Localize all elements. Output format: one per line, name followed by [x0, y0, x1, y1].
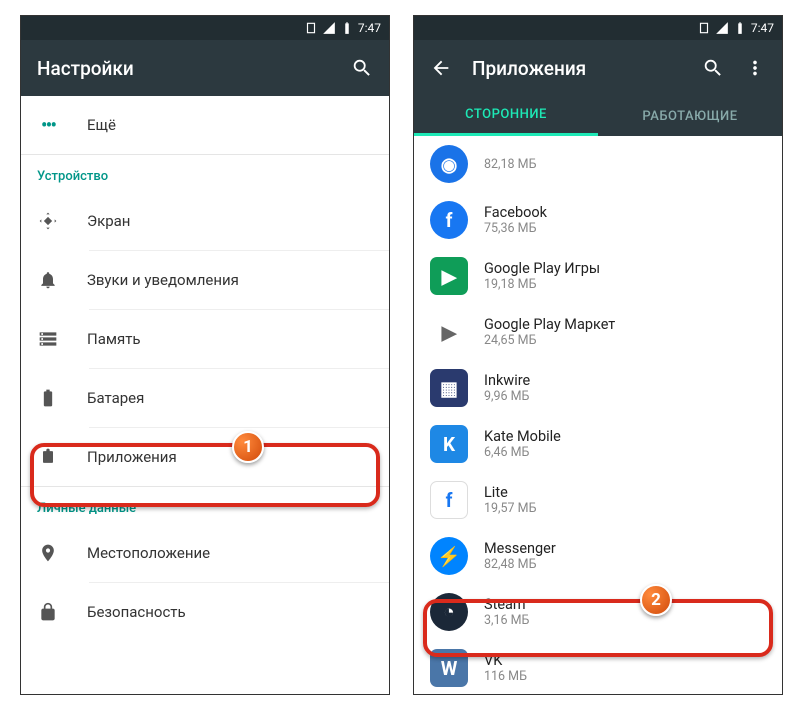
app-name: Google Play Маркет [484, 316, 615, 333]
search-button[interactable] [702, 57, 724, 79]
app-size: 82,18 МБ [484, 157, 536, 172]
app-name: Messenger [484, 540, 556, 557]
app-icon: f [430, 201, 468, 239]
signal-icon [715, 21, 729, 35]
row-apps[interactable]: Приложения [21, 428, 389, 486]
label-storage: Память [87, 330, 141, 348]
back-button[interactable] [430, 57, 452, 79]
app-icon: ⚡ [430, 537, 468, 575]
label-battery: Батарея [87, 389, 144, 407]
app-row-messenger[interactable]: ⚡ Messenger82,48 МБ [414, 528, 782, 584]
label-more: Ещё [87, 116, 116, 134]
badge-1: 1 [232, 431, 264, 463]
app-name: Steam [484, 596, 529, 613]
app-row-kate-mobile[interactable]: K Kate Mobile6,46 МБ [414, 416, 782, 472]
app-size: 75,36 МБ [484, 221, 547, 236]
phone-apps: 7:47 Приложения СТОРОННИЕ РАБОТАЮЩИЕ ◉ 82… [413, 15, 783, 695]
app-size: 6,46 МБ [484, 445, 561, 460]
row-security[interactable]: Безопасность [21, 583, 389, 641]
app-size: 9,96 МБ [484, 389, 530, 404]
storage-icon [38, 329, 58, 349]
display-icon [38, 211, 58, 231]
app-name: Inkwire [484, 372, 530, 389]
app-icon: W [430, 649, 468, 687]
row-battery[interactable]: Батарея [21, 369, 389, 427]
app-size: 19,57 МБ [484, 501, 536, 516]
section-device: Устройство [21, 155, 389, 192]
bell-icon [38, 270, 58, 290]
app-size: 19,18 МБ [484, 277, 600, 292]
app-size: 82,48 МБ [484, 557, 556, 572]
label-location: Местоположение [87, 544, 210, 562]
overflow-button[interactable] [744, 57, 766, 79]
apps-icon [38, 447, 58, 467]
app-name: VK [484, 652, 527, 669]
sim-icon [697, 21, 711, 35]
phone-settings: 7:47 Настройки ••• Ещё Устройство Экран … [20, 15, 390, 695]
lock-icon [38, 602, 58, 622]
label-security: Безопасность [87, 603, 186, 621]
app-name: Facebook [484, 204, 547, 221]
sim-icon [304, 21, 318, 35]
label-sound: Звуки и уведомления [87, 271, 239, 289]
page-title: Настройки [37, 57, 331, 80]
app-bar-apps: Приложения [414, 40, 782, 96]
status-time: 7:47 [751, 21, 774, 35]
tab-running[interactable]: РАБОТАЮЩИЕ [598, 96, 782, 136]
row-storage[interactable]: Память [21, 310, 389, 368]
app-icon: f [430, 481, 468, 519]
app-name: Lite [484, 484, 536, 501]
app-size: 24,65 МБ [484, 333, 615, 348]
location-icon [38, 543, 58, 563]
row-more[interactable]: ••• Ещё [21, 96, 389, 154]
signal-icon [322, 21, 336, 35]
app-row-google-play-маркет[interactable]: ▶ Google Play Маркет24,65 МБ [414, 304, 782, 360]
status-bar: 7:47 [21, 16, 389, 40]
status-time: 7:47 [358, 21, 381, 35]
row-location[interactable]: Местоположение [21, 524, 389, 582]
app-row-lite[interactable]: f Lite19,57 МБ [414, 472, 782, 528]
app-size: 116 МБ [484, 669, 527, 684]
status-bar: 7:47 [414, 16, 782, 40]
app-icon: K [430, 425, 468, 463]
app-row-steam[interactable]: ◔ Steam3,16 МБ [414, 584, 782, 640]
tabs: СТОРОННИЕ РАБОТАЮЩИЕ [414, 96, 782, 136]
app-row-google-play-игры[interactable]: ▶ Google Play Игры19,18 МБ [414, 248, 782, 304]
app-icon: ▶ [430, 257, 468, 295]
app-name: Google Play Игры [484, 260, 600, 277]
app-size: 3,16 МБ [484, 613, 529, 628]
battery-icon [733, 21, 747, 35]
app-icon: ▦ [430, 369, 468, 407]
label-apps: Приложения [87, 448, 177, 466]
page-title: Приложения [472, 57, 682, 80]
more-icon: ••• [41, 113, 55, 137]
app-icon: ◔ [430, 593, 468, 631]
app-row-inkwire[interactable]: ▦ Inkwire9,96 МБ [414, 360, 782, 416]
settings-list: ••• Ещё Устройство Экран Звуки и уведомл… [21, 96, 389, 694]
badge-2: 2 [640, 584, 672, 616]
search-button[interactable] [351, 57, 373, 79]
app-list[interactable]: ◉ 82,18 МБ f Facebook75,36 МБ ▶ Google Play И… [414, 136, 782, 694]
app-row-unknown[interactable]: ◉ 82,18 МБ [414, 136, 782, 192]
app-row-vk[interactable]: W VK116 МБ [414, 640, 782, 694]
app-bar-settings: Настройки [21, 40, 389, 96]
app-icon: ▶ [430, 313, 468, 351]
app-name: Kate Mobile [484, 428, 561, 445]
section-personal: Личные данные [21, 487, 389, 524]
app-row-facebook[interactable]: f Facebook75,36 МБ [414, 192, 782, 248]
app-icon: ◉ [430, 145, 468, 183]
row-display[interactable]: Экран [21, 192, 389, 250]
battery-setting-icon [38, 388, 58, 408]
tab-third-party[interactable]: СТОРОННИЕ [414, 96, 598, 136]
label-display: Экран [87, 212, 130, 230]
battery-icon [340, 21, 354, 35]
row-sound[interactable]: Звуки и уведомления [21, 251, 389, 309]
